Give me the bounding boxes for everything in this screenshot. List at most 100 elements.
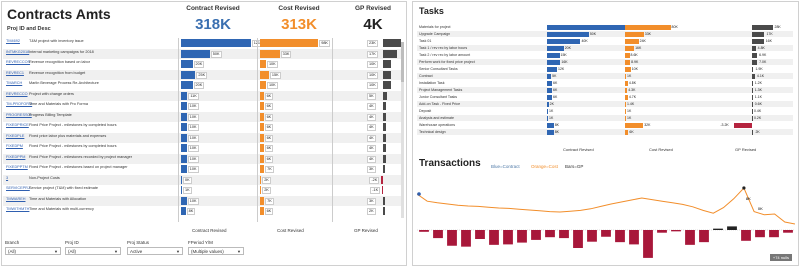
project-id-link[interactable]: FIXEDPPM: [6, 155, 25, 159]
filter-dropdown[interactable]: (All) ▼: [5, 247, 61, 255]
contracts-pane: Contracts Amts Proj ID and Desc Contract…: [1, 1, 407, 266]
project-id-link[interactable]: FIXEDPLE: [6, 134, 24, 138]
table-row[interactable]: FIXEDPM Fixed Price Project - milestones …: [3, 143, 401, 154]
gp-value-label: 4K: [367, 103, 376, 110]
task-name: Junior Consultant Tasks: [419, 94, 458, 99]
table-row[interactable]: TMWAREH Time and Materials with Allocatio…: [3, 195, 401, 206]
gp-value-label: 3K: [367, 197, 376, 205]
project-id-link[interactable]: TMWITHMTH: [6, 207, 29, 211]
filter-dropdown[interactable]: Active ▼: [127, 247, 183, 255]
task-row[interactable]: Perform work for fixed price project 16K 8…: [417, 59, 793, 65]
gp-bar: [475, 230, 485, 239]
task-contract-label: 40K: [581, 38, 588, 43]
task-cost-label: 24K: [639, 38, 646, 43]
table-row[interactable]: REVRECCOS Revenue recognition based on la…: [3, 59, 401, 70]
table-row[interactable]: FIXEDPLE Fixed price labor plus materials…: [3, 132, 401, 143]
projects-table[interactable]: TM4692 T&M project with inventory issue 12…: [3, 38, 405, 222]
project-id-link[interactable]: FIXEDPRICE: [6, 123, 29, 127]
task-contract-bar: [547, 122, 554, 128]
gp-value-label: -1K: [370, 187, 381, 194]
contract-value-label: 10K: [187, 197, 199, 205]
project-id-link[interactable]: INTMKG2018: [6, 50, 29, 54]
table-row[interactable]: PROGRESS01 Progress Billing Template 10K 6K…: [3, 111, 401, 122]
task-row[interactable]: Add-on Task - Fixed Price 2K 1.4K 0.6K: [417, 101, 793, 107]
cost-bar: [260, 91, 264, 100]
table-row[interactable]: TM-PROFORM Time and Materials with Pro Fo…: [3, 101, 401, 112]
gp-value-label: 2K: [367, 208, 376, 215]
cost-value-label: 7K: [265, 166, 274, 173]
task-row[interactable]: Installation Task 6K 4.8K 1.2K: [417, 80, 793, 86]
gp-value-label: 5K: [367, 92, 376, 100]
project-id-link[interactable]: REVRECCOS: [6, 60, 30, 64]
task-row[interactable]: Project Management Tasks 6K 4.3K 1.3K: [417, 87, 793, 93]
task-row[interactable]: Technical design 8K 6K 2K: [417, 129, 793, 135]
gp-value-label: 23K: [367, 40, 378, 47]
task-gp-label: 17K: [766, 31, 773, 36]
contract-value-label: 20K: [193, 61, 205, 68]
contract-bar: [181, 154, 187, 163]
table-scrollbar[interactable]: [401, 42, 404, 218]
task-row[interactable]: Senior Consultant Tasks 12K 10K 1.9K: [417, 66, 793, 72]
task-name: Installation Task: [419, 80, 445, 85]
filter-dropdown[interactable]: (All) ▼: [65, 247, 121, 255]
cost-bar: [260, 70, 269, 79]
task-row[interactable]: Analysis and estimate 1K 1K 0.2K: [417, 115, 793, 121]
scroll-thumb[interactable]: [401, 42, 404, 82]
cost-bar: [260, 49, 280, 58]
task-cost-bar: [625, 108, 626, 114]
peak-label: 8K: [746, 196, 751, 201]
project-description: Time and Materials with Pro Forma: [29, 102, 88, 106]
cost-value-label: 6K: [264, 103, 274, 110]
contract-bar: [181, 144, 187, 152]
gp-bar: [727, 226, 737, 230]
table-row[interactable]: TMARCH Marlin Beverage Process Re-Archite…: [3, 80, 401, 91]
project-id-link[interactable]: FIXEDPM: [6, 144, 23, 148]
table-row[interactable]: TMWITHMTH Time and Materials with multi-c…: [3, 206, 401, 217]
contract-value-label: 0K: [183, 176, 192, 184]
task-row[interactable]: Task 1 / rev rec by labor hours 20K 16K 4.8…: [417, 45, 793, 51]
project-id-link[interactable]: 3: [6, 176, 8, 180]
task-row[interactable]: Task 2 / rev rec by labor amount 15K 8.6K 6…: [417, 52, 793, 58]
table-row[interactable]: FIXEDPRICE Fixed Price Project - mileston…: [3, 122, 401, 133]
contract-value-label: 10K: [187, 145, 199, 152]
table-row[interactable]: FIXEDPPM Fixed Price Project - milestones…: [3, 153, 401, 164]
contract-bar: [181, 112, 187, 121]
cost-value-label: 6K: [264, 208, 274, 215]
task-row[interactable]: Upgrade Campaign 50K 33K 17K: [417, 31, 793, 37]
table-row[interactable]: 3 Non-Project Costs 0K 2K -2K: [3, 174, 401, 185]
project-id-link[interactable]: PROGRESS01: [6, 113, 32, 117]
contract-value-label: 20K: [193, 82, 205, 89]
project-id-link[interactable]: FIXEDPPTM: [6, 165, 28, 169]
task-row[interactable]: Junior Consultant Tasks 6K 4.7K 1.1K: [417, 94, 793, 100]
task-row[interactable]: Materials for project108K80K28K: [417, 24, 793, 30]
project-id-link[interactable]: REVREC1: [6, 71, 24, 75]
cost-bar: [260, 60, 266, 68]
table-row[interactable]: REVREC1 Revenue recognition from budget 25…: [3, 69, 401, 80]
filter-dropdown[interactable]: (Multiple values) ▼: [188, 247, 244, 255]
task-gp-bar: [752, 38, 764, 44]
project-id-link[interactable]: SERVICEPRJ: [6, 186, 30, 190]
table-row[interactable]: SERVICEPRJ Service project (T&M) with fix…: [3, 185, 401, 196]
task-name: Deposit: [419, 108, 432, 113]
project-id-link[interactable]: REVRECCO: [6, 92, 28, 96]
table-row[interactable]: INTMKG2018 Internal marketing campaigns f…: [3, 48, 401, 59]
task-row[interactable]: Warehouse operations 8K 32K -3.2K: [417, 122, 793, 128]
nulls-badge[interactable]: +74 nulls: [769, 254, 792, 261]
table-row[interactable]: REVRECCO Project with change orders 11K 6K 5…: [3, 90, 401, 101]
task-contract-label: 6K: [553, 80, 558, 85]
project-id-link[interactable]: TMARCH: [6, 81, 22, 85]
task-contract-bar: [547, 66, 558, 72]
task-cost-label: 4.7K: [628, 94, 637, 99]
task-contract-label: 8K: [554, 129, 559, 134]
gp-value-label: 4K: [367, 124, 376, 131]
table-row[interactable]: FIXEDPPTM Fixed Price Project - milestone…: [3, 164, 401, 175]
project-id-link[interactable]: TMWAREH: [6, 197, 25, 201]
transactions-chart[interactable]: 8K 0K: [417, 172, 795, 262]
table-row[interactable]: TM4692 T&M project with inventory issue 12…: [3, 38, 402, 49]
project-id-link[interactable]: TM4692: [6, 39, 20, 43]
task-row[interactable]: Deposit 1K 1K 0.4K: [417, 108, 793, 114]
task-row[interactable]: Task 01 40K 24K 16K: [417, 38, 793, 44]
task-cost-bar: [625, 73, 626, 79]
peak-label: 0K: [758, 206, 763, 211]
task-row[interactable]: Contract 5K 1K 4.1K: [417, 73, 793, 79]
